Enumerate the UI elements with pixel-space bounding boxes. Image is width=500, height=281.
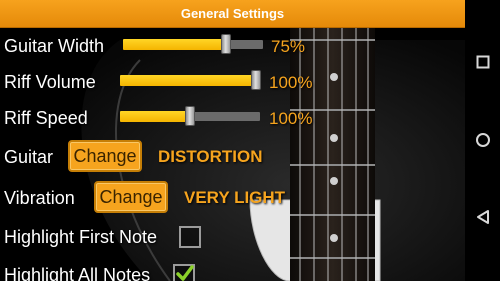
riff-speed-label: Riff Speed xyxy=(4,108,88,128)
back-button[interactable] xyxy=(465,202,500,232)
title-bar: General Settings xyxy=(0,0,465,28)
highlight-first-note-label: Highlight First Note xyxy=(4,227,158,247)
guitar-width-value: 75% xyxy=(271,37,306,56)
slider-fill xyxy=(120,75,256,86)
slider-thumb[interactable] xyxy=(251,70,261,90)
riff-volume-slider[interactable] xyxy=(120,70,261,90)
vibration-label: Vibration xyxy=(4,188,75,208)
navigation-bar xyxy=(465,0,500,281)
home-button[interactable] xyxy=(465,125,500,155)
slider-fill xyxy=(123,39,226,50)
slider-thumb[interactable] xyxy=(185,106,195,126)
guitar-type-value: DISTORTION xyxy=(158,147,263,166)
highlight-first-note-checkbox[interactable] xyxy=(179,226,201,248)
settings-screen: General Settings Guitar Width 75% Riff V… xyxy=(0,0,500,281)
riff-speed-slider[interactable] xyxy=(120,106,260,126)
vibration-change-button[interactable]: Change xyxy=(94,181,168,213)
slider-fill xyxy=(120,111,190,122)
checkmark-icon xyxy=(176,265,194,281)
triangle-icon xyxy=(476,210,489,224)
circle-icon xyxy=(475,133,490,147)
square-icon xyxy=(476,55,489,69)
riff-volume-label: Riff Volume xyxy=(4,72,96,92)
recent-apps-button[interactable] xyxy=(465,47,500,77)
riff-volume-value: 100% xyxy=(269,73,313,92)
guitar-label: Guitar xyxy=(4,147,54,167)
slider-thumb[interactable] xyxy=(221,34,231,54)
highlight-all-notes-checkbox[interactable] xyxy=(173,264,195,281)
vibration-value: VERY LIGHT xyxy=(184,188,286,207)
guitar-change-button[interactable]: Change xyxy=(68,140,142,172)
guitar-width-label: Guitar Width xyxy=(4,36,105,56)
riff-speed-value: 100% xyxy=(269,109,313,128)
guitar-width-slider[interactable] xyxy=(123,34,263,54)
highlight-all-notes-label: Highlight All Notes xyxy=(4,265,151,281)
page-title: General Settings xyxy=(180,6,285,21)
